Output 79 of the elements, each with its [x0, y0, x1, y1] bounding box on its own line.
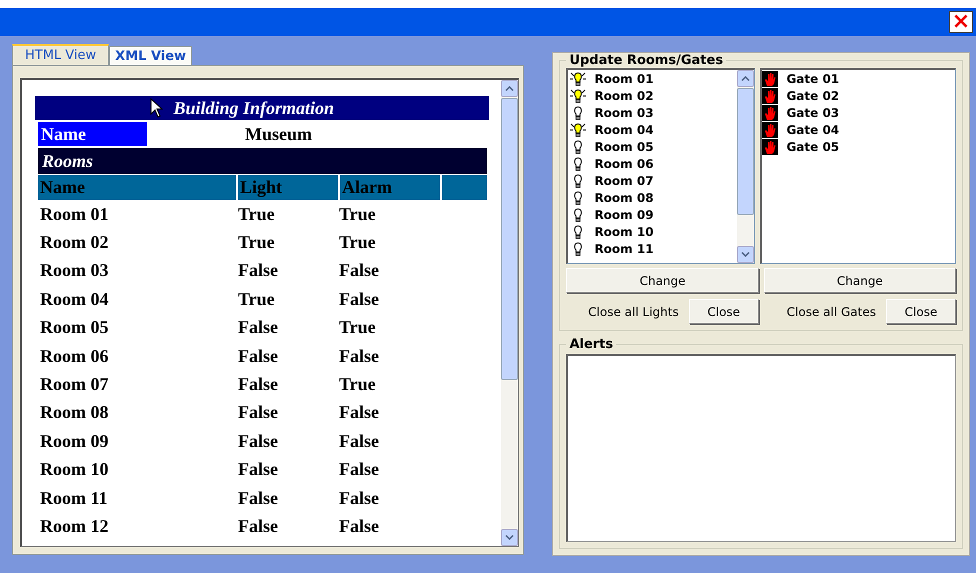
scrollbar[interactable]	[501, 80, 518, 546]
room-item[interactable]: Room 09	[568, 206, 738, 223]
gate-item[interactable]: Gate 01	[762, 70, 955, 87]
building-title: Building Information	[173, 98, 334, 118]
table-cell-text: True	[238, 232, 276, 254]
column-header: Name	[38, 175, 236, 200]
tab[interactable]: XML View	[109, 46, 192, 65]
change-button[interactable]: Change	[764, 268, 956, 293]
table-cell-text: False	[339, 488, 380, 509]
close-gates-label: Close all Gates	[786, 304, 876, 318]
hand-icon	[762, 138, 778, 154]
room-item[interactable]: Room 10	[568, 223, 738, 240]
table-cell-text: Room 03	[40, 260, 110, 282]
gate-item[interactable]: Gate 03	[762, 104, 955, 121]
cursor-icon	[150, 98, 164, 118]
table-cell-text: Room 10	[40, 459, 110, 480]
table-cell-text: False	[238, 374, 279, 396]
group-title: Update Rooms/Gates	[568, 53, 724, 68]
column-header: Light	[238, 175, 338, 200]
table-cell-text: False	[238, 488, 279, 509]
table-cell-text: Room 02	[40, 232, 110, 254]
group-title: Alerts	[568, 337, 614, 352]
table-cell-text: True	[339, 374, 377, 396]
table-cell-text: True	[238, 204, 276, 225]
table-cell-text: Room 11	[40, 488, 108, 509]
table-cell-text: False	[238, 346, 279, 367]
table-cell-text: False	[238, 317, 279, 338]
table-cell-text: False	[339, 402, 380, 424]
table-cell-text: Room 04	[40, 288, 110, 310]
table-cell-text: False	[339, 430, 380, 452]
table-cell-text: Room 05	[40, 317, 110, 338]
table-cell-text: True	[339, 317, 377, 338]
table-cell-text: False	[339, 346, 380, 367]
room-item[interactable]: Room 05	[568, 138, 738, 155]
rooms-header: Rooms	[38, 148, 488, 174]
hand-icon	[762, 122, 778, 138]
gate-item[interactable]: Gate 02	[762, 87, 955, 104]
table-cell-text: False	[238, 402, 279, 424]
room-item[interactable]: Room 11	[568, 240, 738, 257]
column-header	[442, 175, 488, 200]
room-item[interactable]: Room 03	[568, 104, 738, 121]
table-cell-text: False	[238, 260, 279, 282]
name-label: Name	[38, 122, 147, 146]
table-cell-text: False	[339, 516, 380, 537]
hand-icon	[762, 104, 778, 120]
close-lights-button[interactable]: Close	[688, 299, 759, 324]
table-cell-text: True	[339, 204, 377, 225]
room-item[interactable]: Room 08	[568, 189, 738, 206]
table-cell-text: False	[238, 430, 279, 452]
tab[interactable]: HTML View	[12, 44, 110, 65]
room-item[interactable]: Room 01	[568, 70, 738, 87]
close-lights-label: Close all Lights	[588, 304, 679, 318]
table-cell-text: Room 07	[40, 374, 110, 396]
room-item[interactable]: Room 07	[568, 172, 738, 189]
change-button[interactable]: Change	[566, 268, 759, 293]
scrollbar[interactable]	[737, 70, 754, 263]
room-item[interactable]: Room 02	[568, 87, 738, 104]
column-header: Alarm	[340, 175, 440, 200]
table-cell-text: False	[238, 459, 279, 480]
name-value: Museum	[245, 124, 312, 144]
table-cell-text: False	[238, 516, 279, 537]
table-cell-text: False	[339, 459, 380, 480]
close-button[interactable]: ×	[949, 11, 973, 33]
table-cell-text: Room 08	[40, 402, 110, 424]
hand-icon	[762, 70, 778, 86]
gate-item[interactable]: Gate 05	[762, 138, 955, 155]
table-cell-text: False	[339, 260, 380, 282]
hand-icon	[762, 88, 778, 104]
close-gates-button[interactable]: Close	[886, 299, 956, 324]
table-cell-text: Room 06	[40, 346, 110, 367]
gate-item[interactable]: Gate 04	[762, 121, 955, 138]
table-cell-text: True	[339, 232, 377, 254]
table-cell-text: True	[238, 288, 276, 310]
room-item[interactable]: Room 06	[568, 155, 738, 172]
table-cell-text: Room 01	[40, 204, 110, 225]
table-cell-text: Room 12	[40, 516, 110, 537]
room-item[interactable]: Room 04	[568, 121, 738, 138]
table-cell-text: False	[339, 288, 380, 310]
table-cell-text: Room 09	[40, 430, 110, 452]
